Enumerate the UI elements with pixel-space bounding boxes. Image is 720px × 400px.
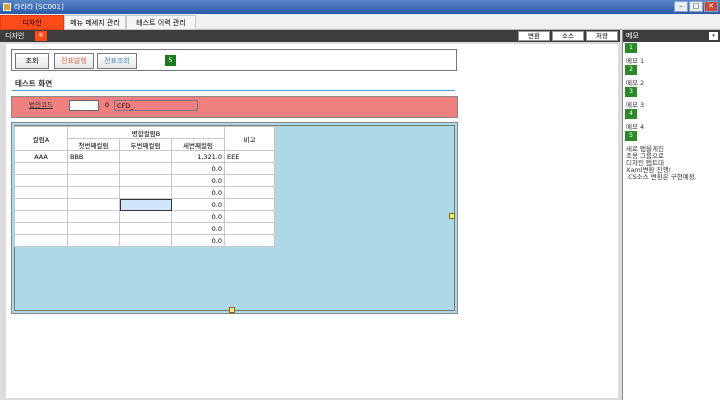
grid-cell[interactable]	[224, 186, 275, 199]
grid-cell[interactable]	[119, 162, 172, 175]
memo-pane: 메모 ▾ 1 메모 1 2 메모 2 3 메모 3 4 메모 4 5 새로 탭을…	[622, 30, 720, 400]
minimize-button[interactable]: –	[674, 1, 688, 12]
grid-cell[interactable]	[14, 162, 68, 175]
table-row: 0.0	[14, 198, 275, 211]
memo-number-badge: 2	[625, 65, 637, 75]
design-toolbar: 디자인 ※ 변환 소스 저장	[0, 30, 620, 42]
memo-number-badge: 4	[625, 109, 637, 119]
grid-cell[interactable]: 0.0	[171, 186, 225, 199]
search-condition-bar: 법인코드 0 CFD_	[11, 96, 458, 118]
grid-cell[interactable]	[224, 198, 275, 211]
tab-message-management[interactable]: 메뉴 메세지 관리	[64, 15, 126, 30]
grid-cell[interactable]	[14, 210, 68, 223]
close-button[interactable]: ✕	[704, 1, 718, 12]
grid-cell[interactable]: EEE	[224, 150, 275, 163]
grid-cell[interactable]	[224, 234, 275, 247]
grid-cell[interactable]	[14, 186, 68, 199]
grid-cell[interactable]: AAA	[14, 150, 68, 163]
grid-cell[interactable]	[14, 174, 68, 187]
menu-bar: 디자인 메뉴 메세지 관리 테스트 이력 관리	[0, 14, 720, 30]
grid-cell[interactable]	[119, 210, 172, 223]
grid-cell[interactable]: 1,321.0	[171, 150, 225, 163]
source-button[interactable]: 소스	[552, 31, 584, 41]
table-row: 0.0	[14, 174, 275, 187]
column-header[interactable]: 비고	[224, 126, 275, 151]
resize-handle-right[interactable]	[449, 213, 455, 219]
table-row: 0.0	[14, 186, 275, 199]
slip-inquiry-button[interactable]: 전표조회	[97, 53, 137, 69]
memo-item[interactable]: 메모 1	[626, 55, 644, 65]
table-row: 0.0	[14, 162, 275, 175]
grid-cell[interactable]	[67, 174, 120, 187]
grid-cell[interactable]: 0.0	[171, 174, 225, 187]
memo-number-badge: 3	[625, 87, 637, 97]
table-row: 0.0	[14, 234, 275, 247]
grid-cell[interactable]: 0.0	[171, 198, 225, 211]
resize-handle-bottom[interactable]	[229, 307, 235, 313]
maximize-button[interactable]: □	[689, 1, 703, 12]
issue-slip-button[interactable]: 전표발행	[54, 53, 94, 69]
table-row: AAA BBB 1,321.0 EEE	[14, 150, 275, 163]
grid-cell[interactable]	[14, 198, 68, 211]
selected-grid-cell[interactable]	[119, 198, 172, 211]
corp-code-field[interactable]: CFD_	[114, 100, 198, 111]
search-button[interactable]: 조회	[15, 53, 49, 69]
table-row: 0.0	[14, 210, 275, 223]
save-button[interactable]: 저장	[586, 31, 618, 41]
grid-cell[interactable]	[224, 162, 275, 175]
grid-cell[interactable]: 0.0	[171, 210, 225, 223]
column-header[interactable]: 두번째컬럼	[119, 138, 172, 151]
memo-item[interactable]: 메모 4	[626, 121, 644, 131]
grid-cell[interactable]	[119, 234, 172, 247]
grid-cell[interactable]	[67, 222, 120, 235]
convert-button[interactable]: 변환	[518, 31, 550, 41]
table-row: 0.0	[14, 222, 275, 235]
grid-cell[interactable]	[14, 222, 68, 235]
tab-design[interactable]: 디자인	[0, 15, 64, 30]
memo-number-badge: 1	[625, 43, 637, 53]
grid-cell[interactable]	[67, 210, 120, 223]
grid-cell[interactable]	[119, 222, 172, 235]
memo-header: 메모 ▾	[623, 30, 720, 42]
grid-cell[interactable]	[67, 234, 120, 247]
corp-code-number: 0	[104, 101, 110, 109]
window-title: 라라라 [SC001]	[14, 3, 64, 11]
pin-icon[interactable]: ※	[35, 31, 47, 41]
title-bar: 라라라 [SC001] – □ ✕	[0, 0, 720, 14]
design-label: 디자인	[5, 32, 25, 40]
app-icon	[3, 3, 11, 11]
grid-cell[interactable]	[67, 198, 120, 211]
chevron-down-icon[interactable]: ▾	[709, 32, 718, 40]
grid-cell[interactable]	[119, 186, 172, 199]
grid-cell[interactable]: BBB	[67, 150, 120, 163]
grid-cell[interactable]	[119, 174, 172, 187]
title-underline	[12, 90, 455, 91]
tab-test-history[interactable]: 테스트 이력 관리	[126, 15, 196, 30]
grid-cell[interactable]	[224, 222, 275, 235]
column-header-group[interactable]: 병합컬럼B	[67, 126, 225, 139]
memo-title: 메모	[626, 32, 639, 40]
memo-number-badge: 5	[625, 131, 637, 141]
screen-title: 테스트 화면	[15, 79, 53, 88]
grid-cell[interactable]	[224, 210, 275, 223]
column-header[interactable]: 컬럼A	[14, 126, 68, 151]
memo-item[interactable]: 메모 3	[626, 99, 644, 109]
grid-cell[interactable]: 0.0	[171, 234, 225, 247]
button-panel: 조회 전표발행 전표조회 5	[11, 49, 457, 71]
memo-note-line: .CS소스 변환은 구현예정.	[626, 173, 697, 181]
grid-cell[interactable]	[224, 174, 275, 187]
grid-cell[interactable]	[14, 234, 68, 247]
column-header[interactable]: 첫번째컬럼	[67, 138, 120, 151]
grid-cell[interactable]	[67, 186, 120, 199]
corp-code-label: 법인코드	[29, 101, 53, 109]
grid-cell[interactable]: 0.0	[171, 162, 225, 175]
corp-code-input[interactable]	[69, 100, 99, 111]
grid-cell[interactable]: 0.0	[171, 222, 225, 235]
grid-cell[interactable]	[67, 162, 120, 175]
data-grid[interactable]: 컬럼A 병합컬럼B 비고 첫번째컬럼 두번째컬럼 세번째컬럼 AAA BBB 1,3…	[14, 126, 275, 247]
memo-marker-badge: 5	[165, 55, 176, 66]
memo-item[interactable]: 메모 2	[626, 77, 644, 87]
grid-cell[interactable]	[119, 150, 172, 163]
column-header[interactable]: 세번째컬럼	[171, 138, 225, 151]
